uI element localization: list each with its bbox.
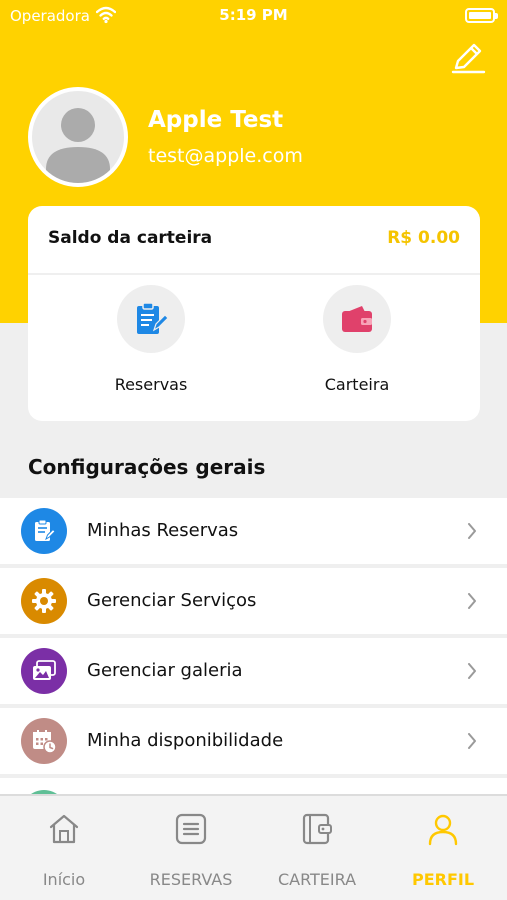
menu-item-gerenciar-servicos[interactable]: Gerenciar Serviços [0,568,507,634]
pencil-icon [451,43,486,74]
reservas-shortcut-button[interactable]: Reservas [86,285,216,405]
tab-inicio[interactable]: Início [1,812,127,898]
wallet-card: Saldo da carteira R$ 0.00 Reservas Carte… [28,206,480,421]
tab-perfil[interactable]: PERFIL [380,812,506,898]
tab-label: CARTEIRA [277,870,357,889]
carteira-shortcut-label: Carteira [324,375,390,394]
chevron-right-icon [468,733,476,749]
wallet-icon [342,306,372,332]
status-bar: Operadora 5:19 PM [0,0,507,32]
chevron-right-icon [468,523,476,539]
wallet-balance-label: Saldo da carteira [48,228,213,248]
calendar-clock-icon [21,718,67,764]
tab-bar: Início RESERVAS CARTEIRA PERFIL [0,794,507,900]
status-time: 5:19 PM [219,6,288,24]
menu-item-minhas-reservas[interactable]: Minhas Reservas [0,498,507,564]
gallery-icon [21,648,67,694]
tab-label: Início [42,870,86,889]
menu-item-gerenciar-galeria[interactable]: Gerenciar galeria [0,638,507,704]
list-icon [175,813,207,845]
tab-reservas[interactable]: RESERVAS [128,812,254,898]
clipboard-edit-icon [137,302,169,334]
user-name: Apple Test [148,107,284,133]
person-placeholder-icon [46,108,110,183]
edit-profile-button[interactable] [448,38,488,78]
carteira-shortcut-circle [323,285,391,353]
divider [28,273,480,275]
tab-carteira[interactable]: CARTEIRA [254,812,380,898]
menu-item-label: Gerenciar Serviços [87,590,257,611]
tab-label: RESERVAS [149,870,233,889]
home-icon [49,814,79,844]
reservas-shortcut-circle [117,285,185,353]
carteira-shortcut-button[interactable]: Carteira [292,285,422,405]
avatar[interactable] [28,87,128,187]
wallet-icon [302,813,332,845]
battery-icon [465,8,498,23]
gear-icon [21,578,67,624]
chevron-right-icon [468,663,476,679]
menu-item-label: Minha disponibilidade [87,730,284,751]
menu-item-label: Minhas Reservas [87,520,239,541]
user-icon [428,814,458,846]
user-email: test@apple.com [148,145,303,167]
chevron-right-icon [468,593,476,609]
clipboard-icon [21,508,67,554]
wallet-balance-amount: R$ 0.00 [387,228,460,248]
section-title: Configurações gerais [28,455,266,479]
tab-label: PERFIL [411,870,475,889]
menu-item-minha-disponibilidade[interactable]: Minha disponibilidade [0,708,507,774]
menu-item-label: Gerenciar galeria [87,660,243,681]
reservas-shortcut-label: Reservas [114,375,188,394]
